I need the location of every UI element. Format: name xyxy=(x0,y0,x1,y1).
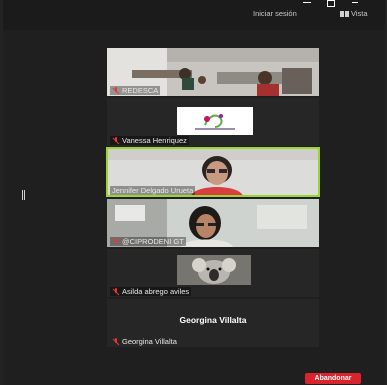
participant-tile-asilda-abrego-aviles[interactable]: Asilda abrego aviles xyxy=(107,249,319,297)
koala-photo-icon xyxy=(177,255,251,285)
profile-picture xyxy=(177,255,251,285)
participant-name-bar: Asilda abrego aviles xyxy=(110,287,192,296)
participant-name-bar: Georgina Villalta xyxy=(110,337,179,346)
participant-name: Jennifer Delgado Urueta xyxy=(112,186,194,195)
participant-center-name: Georgina Villalta xyxy=(179,315,247,325)
participant-tile-vanessa-henriquez[interactable]: Vanessa Henriquez xyxy=(107,98,319,146)
participant-name: Vanessa Henriquez xyxy=(122,136,187,145)
mic-off-icon xyxy=(112,86,120,94)
participant-name: Asilda abrego aviles xyxy=(122,287,190,296)
mic-off-icon xyxy=(112,337,120,345)
view-label: Vista xyxy=(351,9,368,18)
minimize-icon[interactable] xyxy=(303,2,311,3)
participant-name-bar: Vanessa Henriquez xyxy=(110,136,189,145)
sign-in-link[interactable]: Iniciar sesión xyxy=(253,9,297,18)
participant-name: REDESCA xyxy=(122,86,159,95)
participant-name-bar: REDESCA xyxy=(110,86,161,95)
participant-tile-ciprodeni-gt[interactable]: @CIPRODENI GT xyxy=(107,199,319,247)
view-button[interactable]: Vista xyxy=(340,9,368,18)
participant-name: Georgina Villalta xyxy=(122,337,177,346)
logo-image xyxy=(177,107,253,135)
participant-tile-jennifer-delgado-urueta[interactable]: Jennifer Delgado Urueta xyxy=(106,147,320,197)
participant-name-bar: Jennifer Delgado Urueta xyxy=(110,186,196,195)
close-icon[interactable] xyxy=(351,2,358,3)
mic-off-icon xyxy=(112,287,120,295)
grid-view-icon xyxy=(340,10,349,17)
restore-icon[interactable] xyxy=(327,0,336,7)
meeting-window: Iniciar sesión Vista REDESCA Vanessa Hen… xyxy=(3,0,385,385)
organization-logo-icon xyxy=(195,114,235,130)
panel-resize-handle[interactable] xyxy=(22,190,26,200)
participant-name-bar: @CIPRODENI GT xyxy=(110,237,186,246)
top-bar: Iniciar sesión Vista xyxy=(3,0,385,30)
window-controls xyxy=(303,0,358,7)
leave-meeting-button[interactable]: Abandonar xyxy=(305,373,361,384)
participant-name: @CIPRODENI GT xyxy=(122,237,184,246)
participant-tile-redesca[interactable]: REDESCA xyxy=(107,48,319,96)
mic-off-icon xyxy=(112,136,120,144)
participant-tile-georgina-villalta[interactable]: Georgina Villalta Georgina Villalta xyxy=(107,299,319,347)
mic-off-icon xyxy=(112,237,120,245)
